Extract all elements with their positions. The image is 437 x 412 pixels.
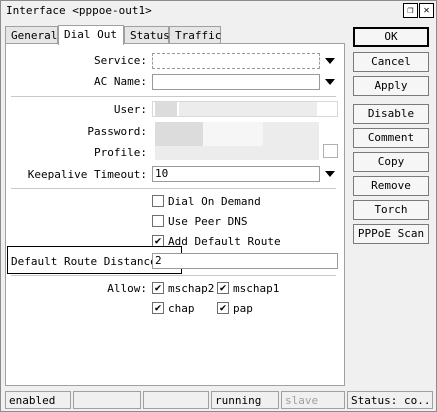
pap-label: pap xyxy=(233,302,253,315)
profile-label: Profile: xyxy=(94,146,147,159)
redacted-password-3 xyxy=(263,122,319,146)
status-connection: Status: co... xyxy=(347,391,433,409)
window-title: Interface <pppoe-out1> xyxy=(6,4,152,17)
remove-button[interactable]: Remove xyxy=(353,176,429,196)
status-running: running xyxy=(211,391,279,409)
redacted-password-2 xyxy=(203,122,263,146)
disable-button[interactable]: Disable xyxy=(353,104,429,124)
chap-label: chap xyxy=(168,302,195,315)
cancel-button[interactable]: Cancel xyxy=(353,52,429,72)
status-enabled: enabled xyxy=(5,391,71,409)
ac-name-field[interactable] xyxy=(152,74,320,90)
profile-spin[interactable] xyxy=(323,144,338,158)
ac-name-dropdown-arrow-icon[interactable] xyxy=(325,79,335,85)
user-label: User: xyxy=(113,103,147,116)
dial-on-demand-checkbox[interactable] xyxy=(152,195,164,207)
redacted-user xyxy=(155,102,177,116)
tab-status[interactable]: Status xyxy=(124,26,170,44)
redacted-profile[interactable] xyxy=(155,146,319,160)
tab-dial-out[interactable]: Dial Out xyxy=(58,25,124,45)
status-cell xyxy=(73,391,141,409)
pppoe-scan-button[interactable]: PPPoE Scan xyxy=(353,224,429,244)
mschap2-checkbox[interactable]: ✔ xyxy=(152,282,164,294)
password-label: Password: xyxy=(87,125,147,138)
add-default-route-label: Add Default Route xyxy=(168,235,281,248)
ok-button[interactable]: OK xyxy=(353,27,429,47)
chap-checkbox[interactable]: ✔ xyxy=(152,302,164,314)
default-route-distance-field[interactable]: 2 xyxy=(152,253,338,269)
mschap1-checkbox[interactable]: ✔ xyxy=(217,282,229,294)
mschap1-label: mschap1 xyxy=(233,282,280,295)
apply-button[interactable]: Apply xyxy=(353,76,429,96)
ac-name-label: AC Name: xyxy=(94,75,147,88)
status-cell xyxy=(143,391,209,409)
status-slave: slave xyxy=(281,391,345,409)
interface-window: Interface <pppoe-out1> ❐ ✕ General Dial … xyxy=(0,0,437,412)
tab-general[interactable]: General xyxy=(5,26,58,44)
use-peer-dns-checkbox[interactable] xyxy=(152,215,164,227)
close-icon[interactable]: ✕ xyxy=(419,3,434,18)
dial-on-demand-label: Dial On Demand xyxy=(168,195,261,208)
keepalive-dropdown-arrow-icon[interactable] xyxy=(325,171,335,177)
pap-checkbox[interactable]: ✔ xyxy=(217,302,229,314)
keepalive-field[interactable]: 10 xyxy=(152,166,320,182)
service-field[interactable] xyxy=(152,53,320,69)
use-peer-dns-label: Use Peer DNS xyxy=(168,215,248,228)
redacted-password[interactable] xyxy=(155,122,203,146)
restore-icon[interactable]: ❐ xyxy=(403,3,418,18)
service-dropdown-arrow-icon[interactable] xyxy=(325,58,335,64)
comment-button[interactable]: Comment xyxy=(353,128,429,148)
keepalive-label: Keepalive Timeout: xyxy=(27,168,147,181)
tab-traffic[interactable]: Traffic xyxy=(169,26,221,44)
redacted-user-2 xyxy=(179,102,317,116)
mschap2-label: mschap2 xyxy=(168,282,215,295)
service-label: Service: xyxy=(94,54,147,67)
separator xyxy=(11,188,336,189)
title-bar[interactable]: Interface <pppoe-out1> ❐ ✕ xyxy=(1,1,436,21)
torch-button[interactable]: Torch xyxy=(353,200,429,220)
separator xyxy=(11,96,336,97)
separator xyxy=(11,275,336,276)
copy-button[interactable]: Copy xyxy=(353,152,429,172)
default-route-distance-label: Default Route Distance: xyxy=(11,255,164,268)
allow-label: Allow: xyxy=(107,282,147,295)
